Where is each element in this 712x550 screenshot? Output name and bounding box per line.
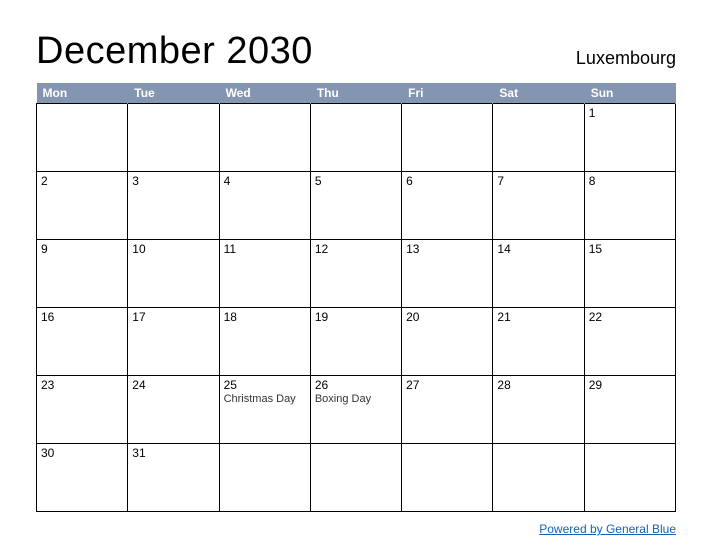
day-cell [402, 104, 493, 172]
day-cell: 19 [310, 308, 401, 376]
day-cell: 31 [128, 444, 219, 512]
day-cell: 26Boxing Day [310, 376, 401, 444]
day-cell: 18 [219, 308, 310, 376]
day-cell: 17 [128, 308, 219, 376]
day-number: 2 [41, 174, 123, 188]
day-number: 22 [589, 310, 671, 324]
day-cell: 14 [493, 240, 584, 308]
day-number: 31 [132, 446, 214, 460]
day-cell [493, 444, 584, 512]
day-number: 4 [224, 174, 306, 188]
weekday-sat: Sat [493, 83, 584, 104]
weekday-tue: Tue [128, 83, 219, 104]
weekday-thu: Thu [310, 83, 401, 104]
day-number: 5 [315, 174, 397, 188]
day-number: 8 [589, 174, 671, 188]
day-number: 28 [497, 378, 579, 392]
day-cell [310, 444, 401, 512]
day-cell: 12 [310, 240, 401, 308]
day-number: 26 [315, 378, 397, 392]
day-cell [310, 104, 401, 172]
day-number: 18 [224, 310, 306, 324]
day-cell [493, 104, 584, 172]
day-cell: 9 [37, 240, 128, 308]
day-cell: 3 [128, 172, 219, 240]
day-number: 20 [406, 310, 488, 324]
day-number: 23 [41, 378, 123, 392]
day-number: 1 [589, 106, 671, 120]
day-cell: 5 [310, 172, 401, 240]
day-number: 14 [497, 242, 579, 256]
day-number: 29 [589, 378, 671, 392]
day-number: 17 [132, 310, 214, 324]
day-cell: 2 [37, 172, 128, 240]
day-cell: 30 [37, 444, 128, 512]
day-number: 19 [315, 310, 397, 324]
day-cell: 20 [402, 308, 493, 376]
week-row: 1 [37, 104, 676, 172]
calendar-header: December 2030 Luxembourg [36, 30, 676, 73]
day-cell: 10 [128, 240, 219, 308]
day-number: 7 [497, 174, 579, 188]
day-cell: 16 [37, 308, 128, 376]
day-cell [219, 104, 310, 172]
day-cell: 25Christmas Day [219, 376, 310, 444]
week-row: 2 3 4 5 6 7 8 [37, 172, 676, 240]
week-row: 23 24 25Christmas Day 26Boxing Day 27 28… [37, 376, 676, 444]
day-cell: 29 [584, 376, 675, 444]
day-cell: 23 [37, 376, 128, 444]
week-row: 30 31 [37, 444, 676, 512]
day-cell: 6 [402, 172, 493, 240]
day-cell: 7 [493, 172, 584, 240]
day-number: 27 [406, 378, 488, 392]
week-row: 9 10 11 12 13 14 15 [37, 240, 676, 308]
day-event: Boxing Day [315, 393, 397, 405]
day-cell: 4 [219, 172, 310, 240]
week-row: 16 17 18 19 20 21 22 [37, 308, 676, 376]
day-number: 15 [589, 242, 671, 256]
day-number: 25 [224, 378, 306, 392]
day-cell: 11 [219, 240, 310, 308]
weekday-header-row: Mon Tue Wed Thu Fri Sat Sun [37, 83, 676, 104]
day-cell [37, 104, 128, 172]
day-cell [402, 444, 493, 512]
weekday-wed: Wed [219, 83, 310, 104]
day-cell [584, 444, 675, 512]
day-cell: 1 [584, 104, 675, 172]
day-cell: 22 [584, 308, 675, 376]
weekday-mon: Mon [37, 83, 128, 104]
calendar-body: 1 2 3 4 5 6 7 8 9 10 11 12 13 14 15 16 1… [37, 104, 676, 512]
day-cell: 24 [128, 376, 219, 444]
calendar-title: December 2030 [36, 30, 313, 73]
day-cell: 21 [493, 308, 584, 376]
day-number: 3 [132, 174, 214, 188]
day-cell: 27 [402, 376, 493, 444]
day-event: Christmas Day [224, 393, 306, 405]
day-cell [219, 444, 310, 512]
calendar-region: Luxembourg [576, 48, 676, 73]
day-number: 12 [315, 242, 397, 256]
day-number: 11 [224, 242, 306, 256]
day-cell: 28 [493, 376, 584, 444]
calendar-grid: Mon Tue Wed Thu Fri Sat Sun 1 2 3 4 5 6 … [36, 83, 676, 512]
day-cell: 15 [584, 240, 675, 308]
day-number: 10 [132, 242, 214, 256]
day-cell [128, 104, 219, 172]
day-number: 13 [406, 242, 488, 256]
day-number: 16 [41, 310, 123, 324]
day-number: 6 [406, 174, 488, 188]
day-cell: 8 [584, 172, 675, 240]
day-cell: 13 [402, 240, 493, 308]
day-number: 24 [132, 378, 214, 392]
day-number: 30 [41, 446, 123, 460]
powered-by-link[interactable]: Powered by General Blue [539, 522, 676, 536]
day-number: 21 [497, 310, 579, 324]
weekday-sun: Sun [584, 83, 675, 104]
day-number: 9 [41, 242, 123, 256]
weekday-fri: Fri [402, 83, 493, 104]
